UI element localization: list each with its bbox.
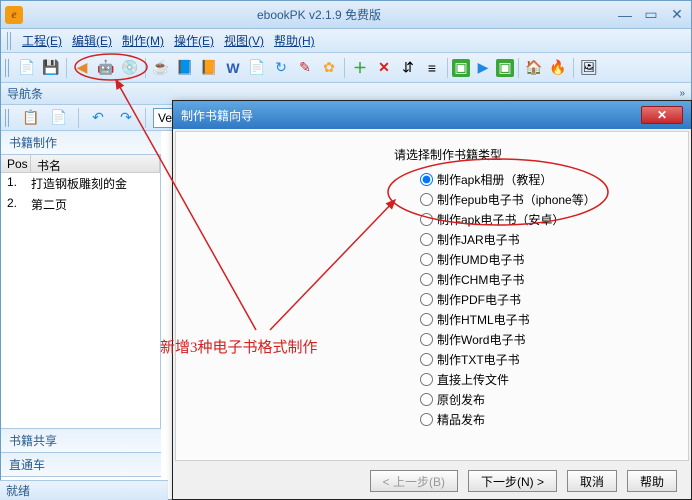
dialog-titlebar[interactable]: 制作书籍向导 ✕ [173, 101, 691, 129]
tab-book-make[interactable]: 书籍制作 [1, 131, 161, 155]
doc1-icon[interactable]: 📘 [174, 57, 196, 79]
menu-operate[interactable]: 操作(E) [169, 30, 219, 51]
pen-icon[interactable]: ✎ [294, 57, 316, 79]
green2-icon[interactable]: ▣ [496, 59, 514, 77]
green1-icon[interactable]: ▣ [452, 59, 470, 77]
book-list-header: Pos 书名 [1, 155, 160, 173]
menu-project[interactable]: 工程(E) [17, 30, 67, 51]
side-bottom: 书籍共享 直通车 [1, 428, 160, 477]
radio-option-txt[interactable]: 制作TXT电子书 [420, 351, 670, 368]
menubar-grip [7, 32, 13, 50]
list-item[interactable]: 2. 第二页 [1, 194, 160, 215]
status-text: 就绪 [6, 482, 30, 499]
doc-icon[interactable]: 📄 [48, 107, 70, 129]
tab-direct[interactable]: 直通车 [1, 453, 161, 477]
next-button[interactable]: 下一步(N) > [468, 470, 557, 492]
fontbar-grip [5, 109, 11, 127]
help-button[interactable]: 帮助 [627, 470, 677, 492]
radio-option-umd[interactable]: 制作UMD电子书 [420, 251, 670, 268]
refresh-icon[interactable]: ↻ [270, 57, 292, 79]
radio-option-boutique[interactable]: 精品发布 [420, 411, 670, 428]
add-icon[interactable]: ＋ [349, 57, 371, 79]
book-list: Pos 书名 1. 打造钢板雕刻的金 2. 第二页 [1, 155, 160, 428]
tab-book-share[interactable]: 书籍共享 [1, 429, 161, 453]
annotation-text: 新增3种电子书格式制作 [160, 336, 318, 357]
numlist-icon[interactable]: ≡ [421, 57, 443, 79]
android-icon[interactable]: 🤖 [95, 57, 117, 79]
disc-icon[interactable]: 💿 [119, 57, 141, 79]
fire-icon[interactable]: 🔥 [547, 57, 569, 79]
yellow-icon[interactable]: ✿ [318, 57, 340, 79]
radio-option-apk-ebook[interactable]: 制作apk电子书（安卓） [420, 211, 670, 228]
close-button[interactable]: ✕ [667, 7, 687, 23]
dialog-title: 制作书籍向导 [181, 107, 641, 124]
radio-option-original[interactable]: 原创发布 [420, 391, 670, 408]
menu-edit[interactable]: 编辑(E) [67, 30, 117, 51]
app-icon: e [5, 6, 23, 24]
toolbar: 📄 💾 ◀ 🤖 💿 ☕ 📘 📙 W 📄 ↻ ✎ ✿ ＋ ✕ ⇵ ≡ ▣ ▶ ▣ … [1, 53, 691, 83]
radio-option-jar[interactable]: 制作JAR电子书 [420, 231, 670, 248]
cancel-button[interactable]: 取消 [567, 470, 617, 492]
back-icon[interactable]: ◀ [71, 57, 93, 79]
menu-view[interactable]: 视图(V) [219, 30, 269, 51]
maximize-button[interactable]: ▭ [641, 7, 661, 23]
radio-option-apk-album[interactable]: 制作apk相册（教程） [420, 171, 670, 188]
radio-option-html[interactable]: 制作HTML电子书 [420, 311, 670, 328]
statusbar: 就绪 [0, 480, 168, 500]
radio-option-pdf[interactable]: 制作PDF电子书 [420, 291, 670, 308]
menu-make[interactable]: 制作(M) [117, 30, 169, 51]
toolbar-grip [5, 59, 11, 77]
java-icon[interactable]: ☕ [150, 57, 172, 79]
delete-icon[interactable]: ✕ [373, 57, 395, 79]
radio-group: 制作apk相册（教程） 制作epub电子书（iphone等） 制作apk电子书（… [420, 171, 670, 428]
list-item[interactable]: 1. 打造钢板雕刻的金 [1, 173, 160, 194]
image-icon[interactable]: 🖼 [578, 57, 600, 79]
dialog-close-button[interactable]: ✕ [641, 106, 683, 124]
col-pos: Pos [1, 155, 31, 172]
prev-button: < 上一步(B) [370, 470, 458, 492]
save-icon[interactable]: 💾 [40, 57, 62, 79]
radio-option-epub[interactable]: 制作epub电子书（iphone等） [420, 191, 670, 208]
dialog-body: 请选择制作书籍类型 制作apk相册（教程） 制作epub电子书（iphone等）… [175, 131, 689, 461]
play-icon[interactable]: ▶ [472, 57, 494, 79]
col-name: 书名 [31, 155, 160, 172]
radio-option-chm[interactable]: 制作CHM电子书 [420, 271, 670, 288]
menubar: 工程(E) 编辑(E) 制作(M) 操作(E) 视图(V) 帮助(H) [1, 29, 691, 53]
radio-option-word[interactable]: 制作Word电子书 [420, 331, 670, 348]
doc3-icon[interactable]: 📄 [246, 57, 268, 79]
navbar-chevron-icon[interactable]: » [679, 88, 685, 99]
home-icon[interactable]: 🏠 [523, 57, 545, 79]
radio-option-upload[interactable]: 直接上传文件 [420, 371, 670, 388]
window-title: ebookPK v2.1.9 免费版 [23, 6, 615, 23]
titlebar: e ebookPK v2.1.9 免费版 — ▭ ✕ [1, 1, 691, 29]
dialog-footer: < 上一步(B) 下一步(N) > 取消 帮助 [173, 463, 691, 499]
wizard-dialog: 制作书籍向导 ✕ 请选择制作书籍类型 制作apk相册（教程） 制作epub电子书… [172, 100, 692, 500]
side-panel: 书籍制作 Pos 书名 1. 打造钢板雕刻的金 2. 第二页 书籍共享 直通车 [1, 131, 161, 477]
undo-icon[interactable]: ↶ [87, 107, 109, 129]
redo-icon[interactable]: ↷ [115, 107, 137, 129]
minimize-button[interactable]: — [615, 7, 635, 23]
new-icon[interactable]: 📄 [16, 57, 38, 79]
navbar-label: 导航条 [7, 85, 43, 102]
menu-help[interactable]: 帮助(H) [269, 30, 320, 51]
paste-icon[interactable]: 📋 [20, 107, 42, 129]
window-controls: — ▭ ✕ [615, 7, 687, 23]
dialog-prompt: 请选择制作书籍类型 [394, 146, 670, 163]
sort-icon[interactable]: ⇵ [397, 57, 419, 79]
word-icon[interactable]: W [222, 57, 244, 79]
doc2-icon[interactable]: 📙 [198, 57, 220, 79]
